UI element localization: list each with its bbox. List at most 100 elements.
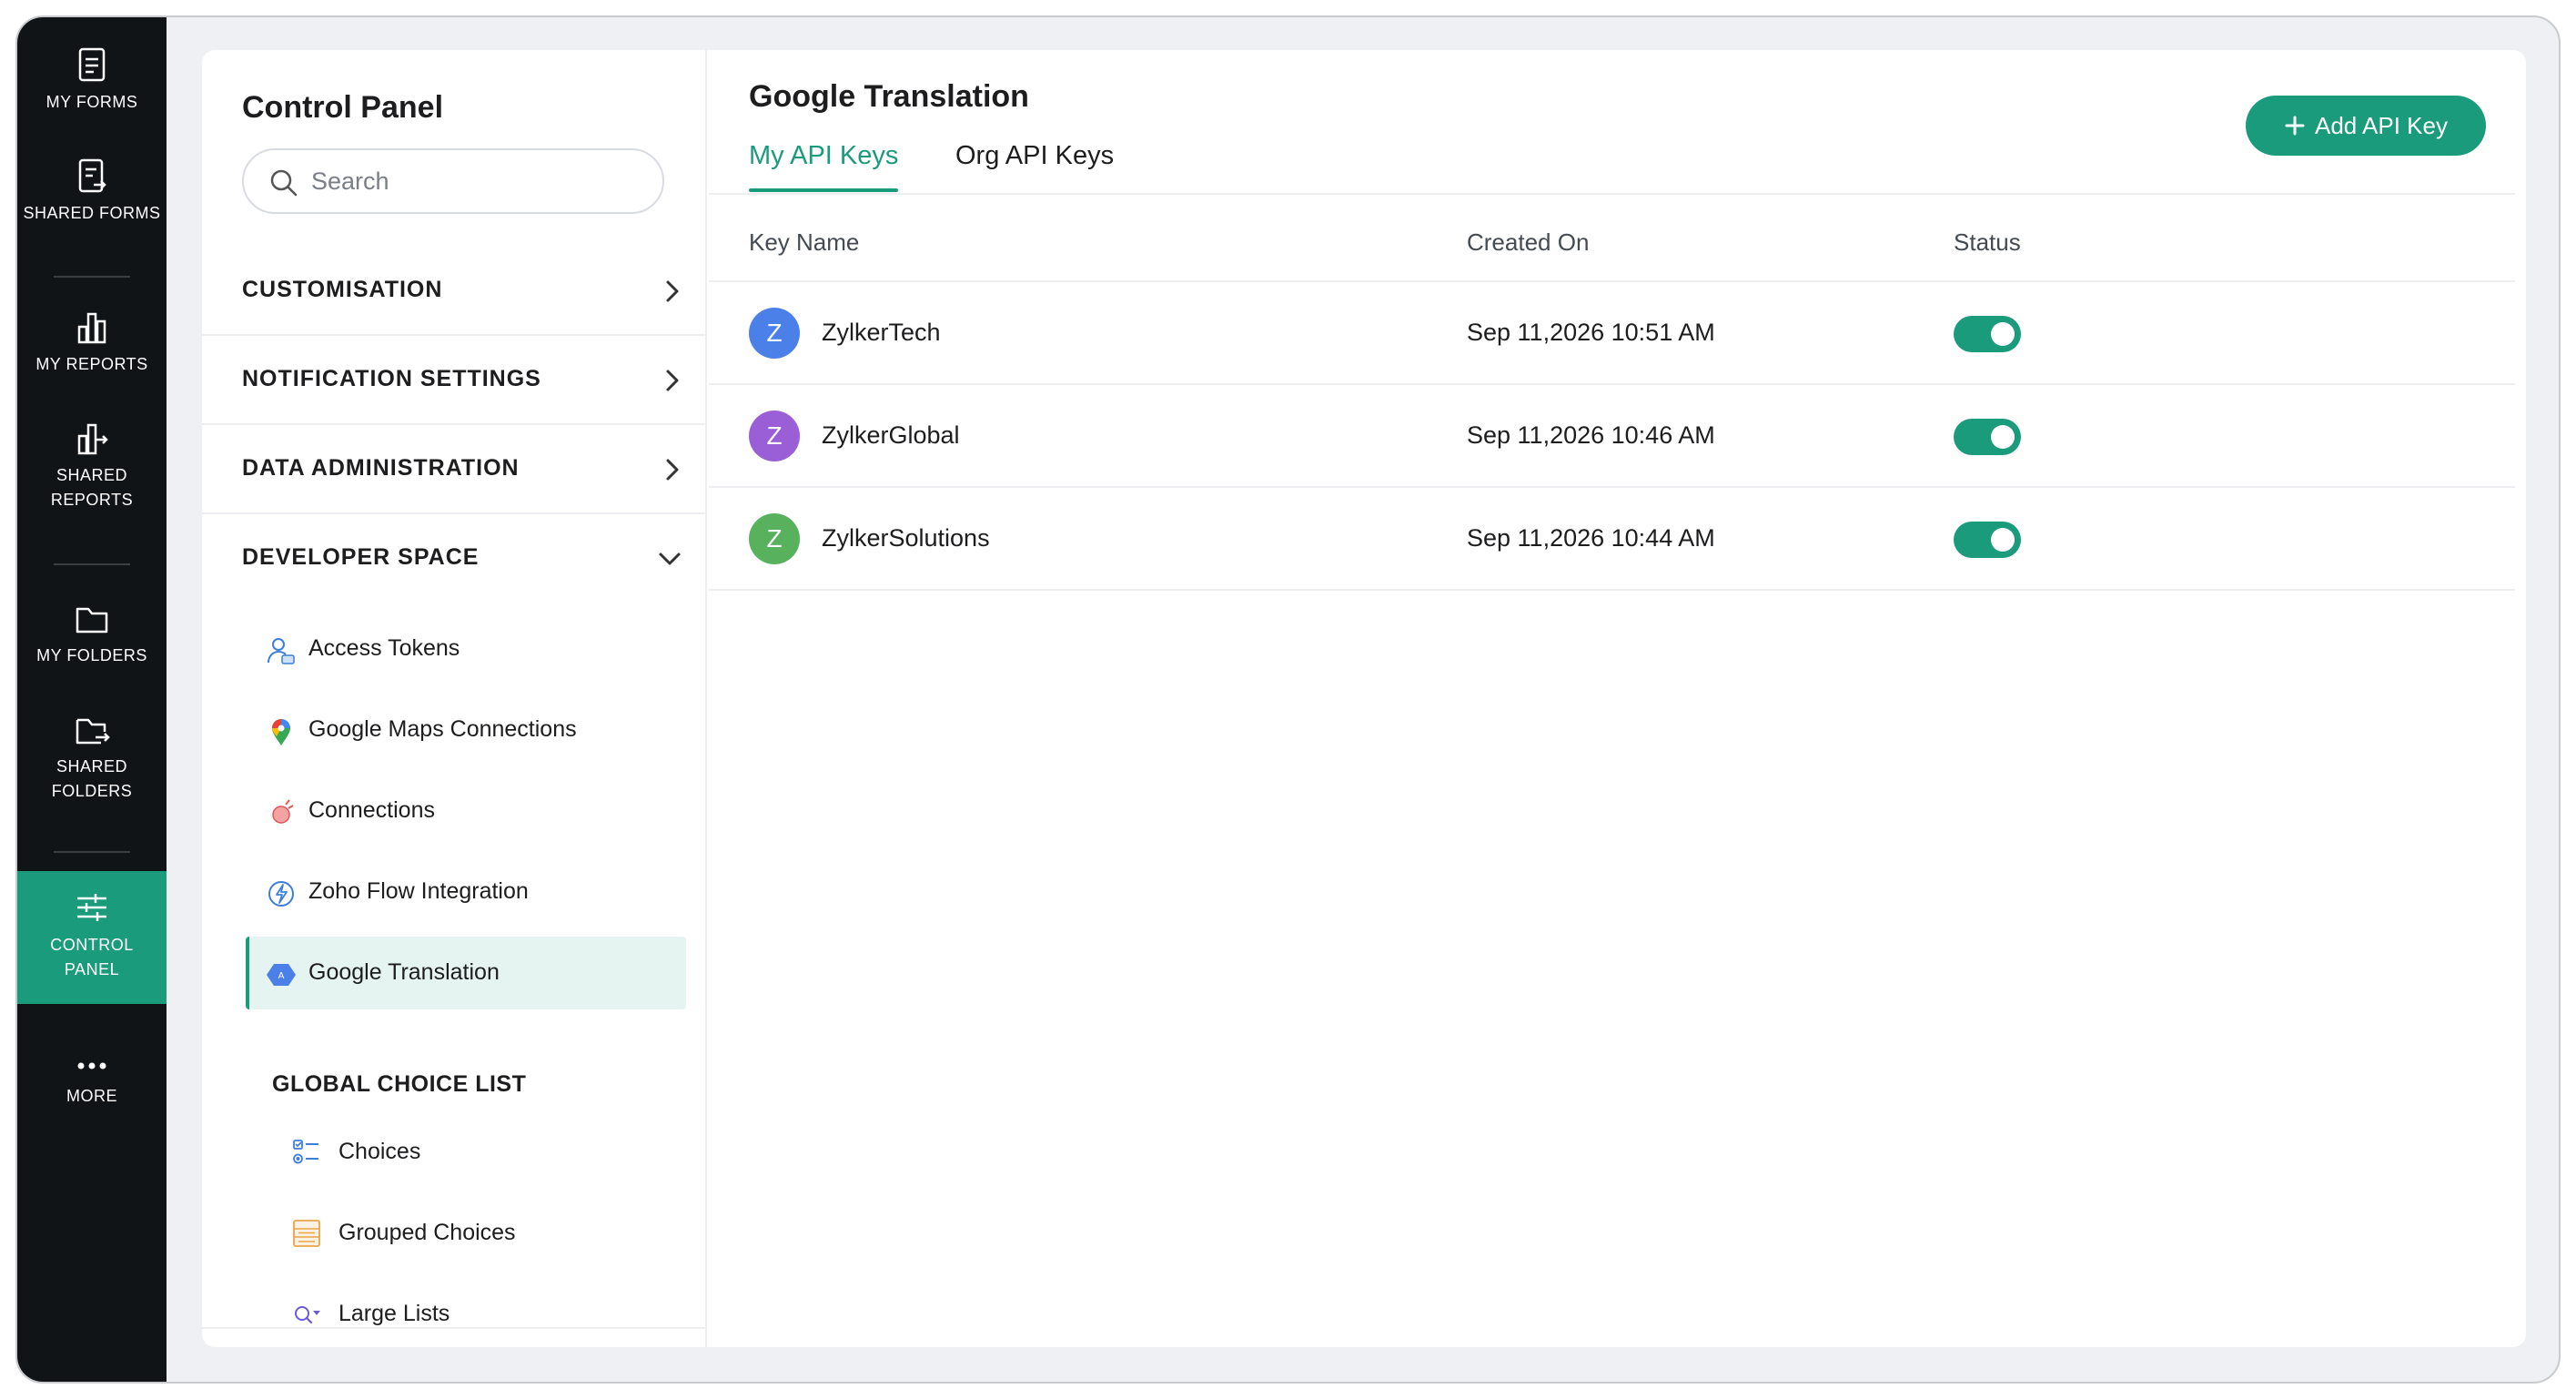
status-toggle[interactable] [1954,419,2021,455]
shared-folder-icon [76,718,110,745]
main-panel: Google Translation Add API Key My API Ke… [709,50,2526,1347]
nav-my-forms[interactable]: MY FORMS [17,46,167,115]
app-window: MY FORMS SHARED FORMS MY REPORTS SHARED … [15,15,2561,1384]
access-token-icon [268,638,295,664]
large-list-icon [295,1306,320,1324]
sidebar-title: Control Panel [242,90,444,125]
avatar: Z [749,513,800,564]
nav-shared-reports[interactable]: SHARED REPORTS [17,420,167,512]
section-label: NOTIFICATION SETTINGS [242,366,541,391]
sidebar-divider [202,1327,707,1329]
created-on: Sep 11,2026 10:46 AM [1467,421,1715,449]
status-toggle[interactable] [1954,522,2021,558]
nav-label: SHARED REPORTS [50,466,134,509]
avatar: Z [749,308,800,359]
sidebar-item-zoho-flow-integration[interactable]: Zoho Flow Integration [246,856,686,928]
page-title: Google Translation [749,79,1029,114]
sidebar-item-label: Choices [338,1139,421,1164]
nav-my-folders[interactable]: MY FOLDERS [17,600,167,668]
tab-label: Org API Keys [955,141,1115,170]
avatar: Z [749,411,800,461]
plus-icon [2285,116,2305,136]
nav-label: SHARED FOLDERS [51,757,133,800]
nav-divider [54,563,130,565]
sliders-icon [77,894,106,921]
nav-control-panel[interactable]: CONTROL PANEL [17,871,167,1004]
chevron-down-icon [659,553,681,565]
active-tab-underline [749,188,899,192]
tab-org-api-keys[interactable]: Org API Keys [955,141,1114,171]
tab-label: My API Keys [749,141,899,170]
sidebar-item-connections[interactable]: Connections [246,775,686,847]
table-row[interactable]: Z ZylkerGlobal Sep 11,2026 10:46 AM [709,385,2515,488]
bar-chart-icon [77,312,106,344]
tab-divider [709,193,2515,195]
nav-more[interactable]: MORE [17,1055,167,1109]
sidebar-item-label: Google Maps Connections [308,716,577,742]
nav-label: MY REPORTS [35,355,148,373]
content-card: Control Panel CUSTOMISATION NOTIFICATION… [202,50,2526,1347]
section-developer-space[interactable]: DEVELOPER SPACE [202,514,707,603]
left-nav: MY FORMS SHARED FORMS MY REPORTS SHARED … [17,17,167,1382]
choices-icon [293,1140,318,1164]
search-input[interactable] [311,161,648,201]
shared-form-icon [78,158,106,193]
nav-label: MY FOLDERS [36,646,147,664]
column-header-created-on: Created On [1467,228,1590,256]
key-name: ZylkerSolutions [822,524,990,552]
nav-label: SHARED FORMS [23,204,161,222]
control-panel-sidebar: Control Panel CUSTOMISATION NOTIFICATION… [202,50,707,1347]
flow-icon [268,881,294,907]
global-choice-list-heading: GLOBAL CHOICE LIST [272,1071,527,1097]
add-api-key-label: Add API Key [2315,111,2448,139]
column-header-key-name: Key Name [749,228,860,256]
tab-my-api-keys[interactable]: My API Keys [749,141,899,192]
section-data-administration[interactable]: DATA ADMINISTRATION [202,425,707,514]
chevron-right-icon [666,370,679,391]
toggle-knob [1991,528,2015,552]
section-label: DATA ADMINISTRATION [242,455,520,481]
sidebar-item-google-maps-connections[interactable]: Google Maps Connections [246,694,686,766]
nav-label: MY FORMS [45,93,138,111]
table-row[interactable]: Z ZylkerSolutions Sep 11,2026 10:44 AM [709,488,2515,591]
map-pin-icon [272,719,290,745]
created-on: Sep 11,2026 10:51 AM [1467,319,1715,346]
nav-label: CONTROL PANEL [50,936,134,978]
grouped-choices-icon [293,1220,320,1247]
shared-report-icon [77,423,108,455]
svg-text:A: A [278,971,285,981]
sidebar-item-google-translation[interactable]: A Google Translation [246,937,686,1009]
status-toggle[interactable] [1954,316,2021,352]
sidebar-item-label: Access Tokens [308,635,460,661]
sidebar-item-label: Grouped Choices [338,1220,516,1245]
nav-shared-forms[interactable]: SHARED FORMS [17,157,167,226]
nav-divider [54,851,130,853]
more-icon [77,1062,106,1070]
section-label: DEVELOPER SPACE [242,544,480,570]
toggle-knob [1991,322,2015,346]
form-icon [78,47,106,82]
nav-my-reports[interactable]: MY REPORTS [17,309,167,377]
column-header-status: Status [1954,228,2021,256]
nav-divider [54,276,130,278]
section-label: CUSTOMISATION [242,277,443,302]
key-name: ZylkerTech [822,319,941,346]
key-name: ZylkerGlobal [822,421,960,449]
section-notification-settings[interactable]: NOTIFICATION SETTINGS [202,336,707,425]
sidebar-item-access-tokens[interactable]: Access Tokens [246,613,686,685]
sidebar-item-large-lists[interactable]: Large Lists [273,1282,673,1346]
sidebar-item-label: Zoho Flow Integration [308,878,529,904]
add-api-key-button[interactable]: Add API Key [2246,96,2486,156]
section-customisation[interactable]: CUSTOMISATION [202,247,707,336]
sidebar-item-label: Google Translation [308,959,500,985]
table-row[interactable]: Z ZylkerTech Sep 11,2026 10:51 AM [709,282,2515,385]
nav-shared-folders[interactable]: SHARED FOLDERS [17,711,167,804]
search-box[interactable] [242,148,664,214]
sidebar-item-choices[interactable]: Choices [273,1120,673,1184]
toggle-knob [1991,425,2015,449]
folder-icon [76,607,108,634]
translate-icon: A [267,964,296,986]
search-icon [270,169,298,197]
sidebar-item-grouped-choices[interactable]: Grouped Choices [273,1201,673,1265]
sidebar-item-label: Large Lists [338,1301,450,1326]
